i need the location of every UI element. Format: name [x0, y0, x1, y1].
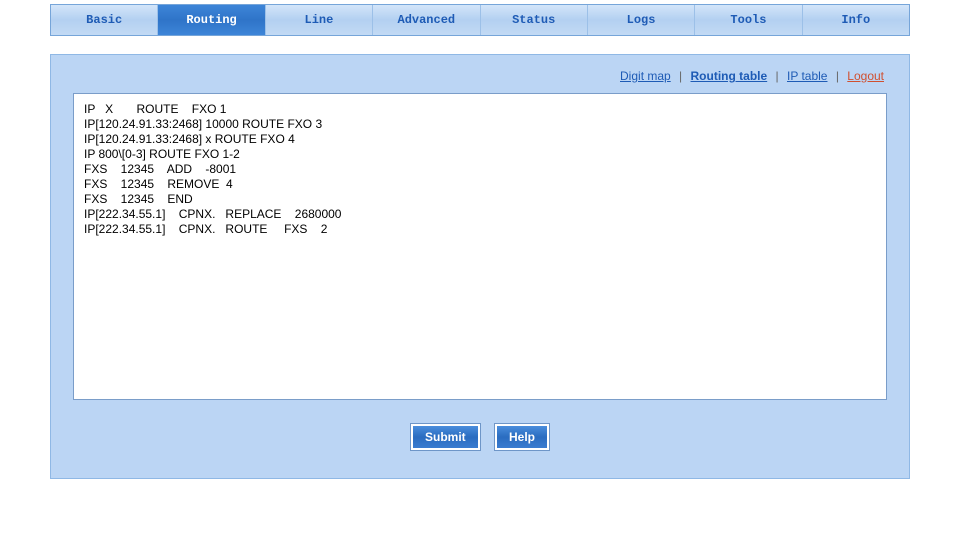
tab-tools[interactable]: Tools	[695, 5, 802, 35]
tab-line[interactable]: Line	[266, 5, 373, 35]
separator: |	[836, 69, 839, 83]
separator: |	[679, 69, 682, 83]
submit-button[interactable]: Submit	[411, 424, 480, 450]
separator: |	[776, 69, 779, 83]
link-routing-table[interactable]: Routing table	[691, 69, 768, 83]
button-row: Submit Help	[73, 400, 887, 450]
tab-info[interactable]: Info	[803, 5, 909, 35]
main-nav: Basic Routing Line Advanced Status Logs …	[50, 4, 910, 36]
tab-advanced[interactable]: Advanced	[373, 5, 480, 35]
tab-basic[interactable]: Basic	[51, 5, 158, 35]
routing-textarea-container	[73, 93, 887, 400]
app-root: Basic Routing Line Advanced Status Logs …	[0, 4, 960, 538]
content-panel: Digit map | Routing table | IP table | L…	[50, 54, 910, 479]
help-button[interactable]: Help	[495, 424, 549, 450]
link-ip-table[interactable]: IP table	[787, 69, 827, 83]
tab-status[interactable]: Status	[481, 5, 588, 35]
tab-routing[interactable]: Routing	[158, 5, 265, 35]
routing-table-input[interactable]	[76, 96, 884, 394]
sub-nav: Digit map | Routing table | IP table | L…	[73, 67, 887, 93]
link-logout[interactable]: Logout	[847, 69, 884, 83]
tab-logs[interactable]: Logs	[588, 5, 695, 35]
link-digit-map[interactable]: Digit map	[620, 69, 671, 83]
